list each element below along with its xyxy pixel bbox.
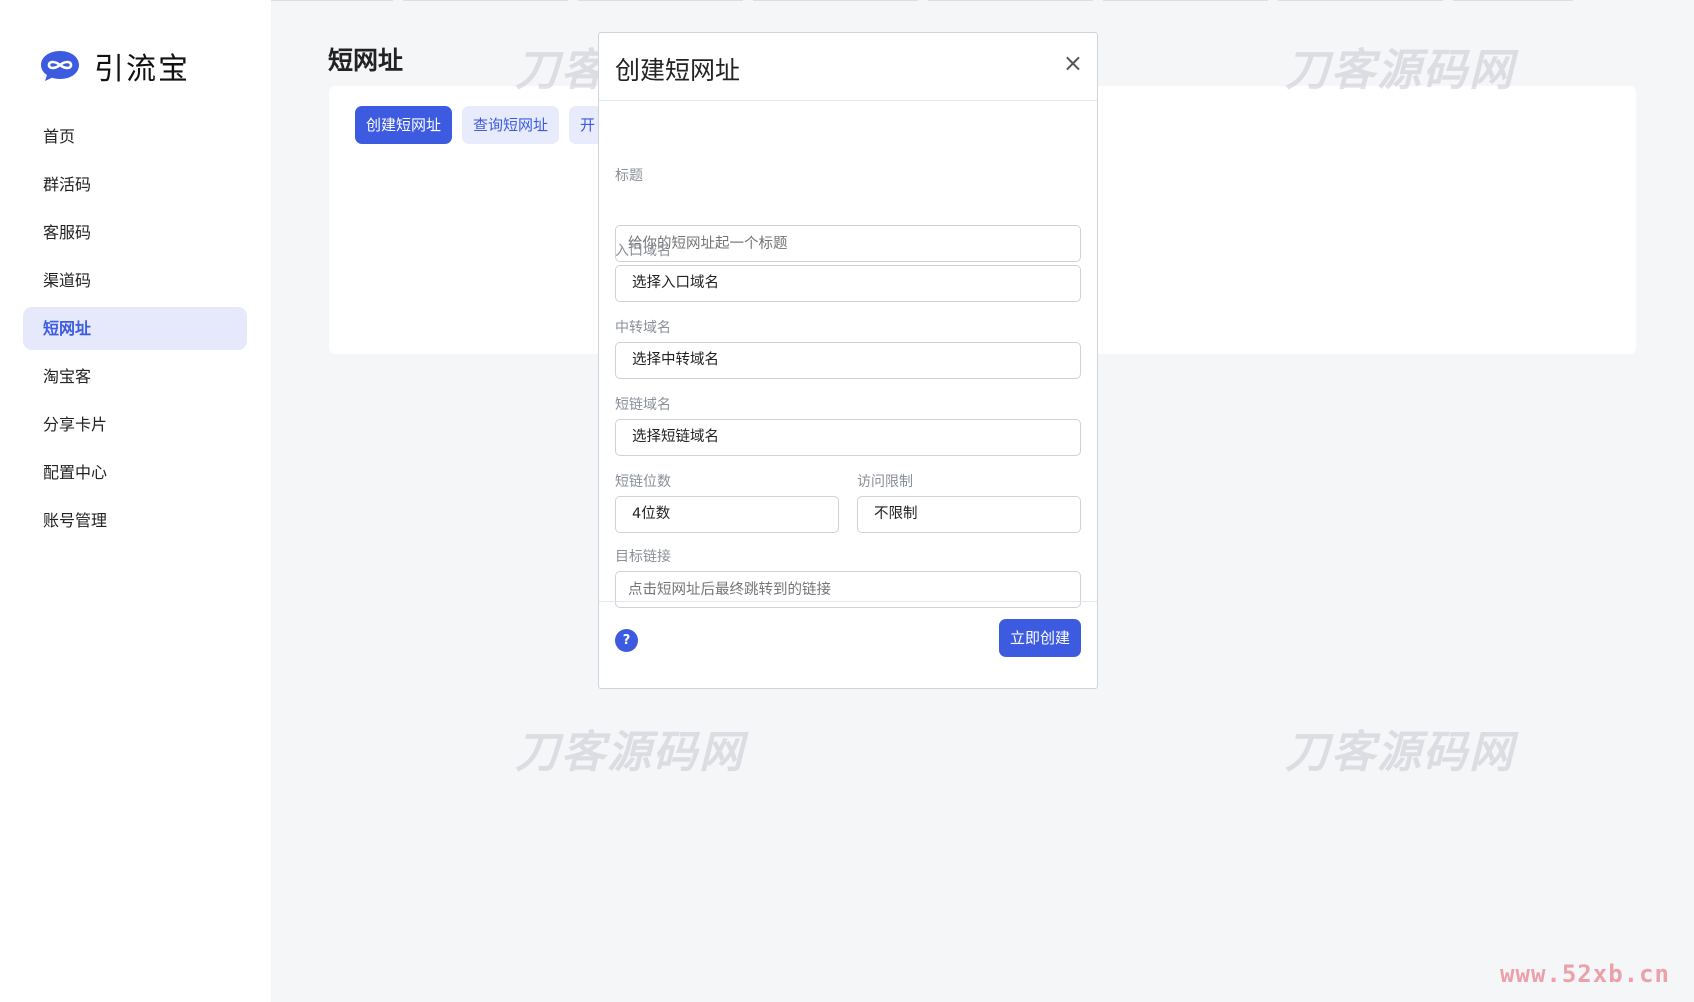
sidebar-item-label: 群活码 (43, 175, 92, 194)
entry-domain-label: 入口域名 (615, 243, 671, 259)
app-logo[interactable]: 引流宝 (40, 44, 190, 88)
site-watermark: www.52xb.cn (1500, 960, 1670, 988)
tab-bar: 创建短网址 查询短网址 开 (355, 106, 616, 144)
relay-domain-select[interactable]: 选择中转域名 (615, 342, 1081, 379)
tab-create-short-url[interactable]: 创建短网址 (355, 106, 453, 144)
sidebar-item-group-code[interactable]: 群活码 (23, 163, 247, 206)
create-short-url-modal: 创建短网址 × 标题 入口域名 选择入口域名 中转域名 选择中转域名 短链域名 … (598, 32, 1098, 689)
sidebar-item-home[interactable]: 首页 (23, 115, 247, 158)
relay-domain-label: 中转域名 (615, 320, 671, 336)
sidebar-item-label: 短网址 (43, 319, 92, 338)
sidebar-item-label: 配置中心 (43, 463, 108, 482)
access-limit-label: 访问限制 (857, 474, 913, 490)
watermark: 刀客源码网 (1285, 45, 1515, 96)
modal-title: 创建短网址 (615, 56, 741, 85)
short-domain-label: 短链域名 (615, 397, 671, 413)
tab-query-short-url[interactable]: 查询短网址 (462, 106, 560, 144)
access-limit-select[interactable]: 不限制 (857, 496, 1081, 533)
sidebar-item-label: 账号管理 (43, 511, 108, 530)
sidebar-item-label: 分享卡片 (43, 415, 108, 434)
short-length-label: 短链位数 (615, 474, 671, 490)
double-loop-chat-icon (41, 51, 79, 81)
sidebar-nav: 首页 群活码 客服码 渠道码 短网址 淘宝客 分享卡片 配置中心 账号管理 (23, 115, 247, 547)
sidebar-item-short-url[interactable]: 短网址 (23, 307, 247, 350)
short-domain-select[interactable]: 选择短链域名 (615, 419, 1081, 456)
question-icon[interactable]: ? (615, 629, 638, 652)
modal-footer: ? 立即创建 (599, 601, 1097, 689)
sidebar-item-service-code[interactable]: 客服码 (23, 211, 247, 254)
modal-header: 创建短网址 × (599, 33, 1097, 101)
sidebar-item-taobaoke[interactable]: 淘宝客 (23, 355, 247, 398)
sidebar-item-label: 渠道码 (43, 271, 92, 290)
app-name: 引流宝 (94, 52, 190, 87)
create-now-button[interactable]: 立即创建 (998, 619, 1081, 657)
title-input[interactable] (615, 225, 1081, 262)
watermark: 刀客源码网 (515, 727, 745, 778)
watermark: 刀客源码网 (1285, 727, 1515, 778)
sidebar-item-share-card[interactable]: 分享卡片 (23, 403, 247, 446)
page-title: 短网址 (328, 46, 404, 75)
modal-body: 标题 入口域名 选择入口域名 中转域名 选择中转域名 短链域名 选择短链域名 短… (599, 101, 1097, 608)
sidebar-item-label: 客服码 (43, 223, 92, 242)
sidebar-item-channel-code[interactable]: 渠道码 (23, 259, 247, 302)
entry-domain-select[interactable]: 选择入口域名 (615, 265, 1081, 302)
sidebar-item-config-center[interactable]: 配置中心 (23, 451, 247, 494)
target-url-label: 目标链接 (615, 549, 671, 565)
close-icon[interactable]: × (1063, 49, 1083, 77)
sidebar: 引流宝 首页 群活码 客服码 渠道码 短网址 淘宝客 分享卡片 配置中心 账号管… (0, 0, 271, 1002)
sidebar-item-label: 首页 (43, 127, 76, 146)
title-label: 标题 (615, 168, 643, 184)
short-length-select[interactable]: 4位数 (615, 496, 839, 533)
sidebar-item-account-management[interactable]: 账号管理 (23, 499, 247, 542)
sidebar-item-label: 淘宝客 (43, 367, 92, 386)
